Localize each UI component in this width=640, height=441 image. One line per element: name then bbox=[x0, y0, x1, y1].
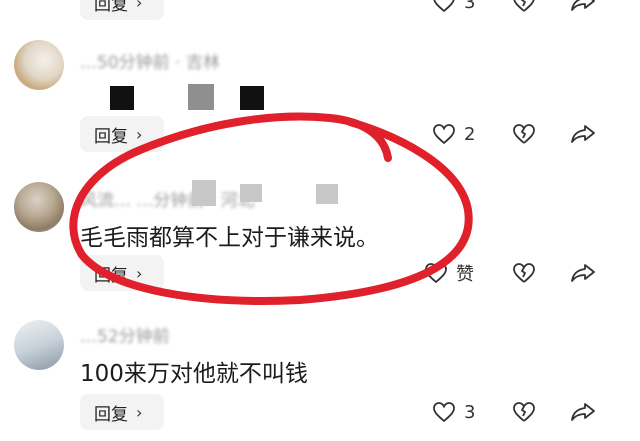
redacted-block bbox=[192, 180, 216, 206]
like-count: 3 bbox=[464, 401, 476, 423]
chevron-right-icon: › bbox=[136, 402, 143, 422]
share-arrow-icon bbox=[571, 264, 595, 282]
redacted-block bbox=[188, 84, 214, 110]
share-button[interactable] bbox=[570, 394, 596, 430]
comment-text: 毛毛雨都算不上对于谦来说。 bbox=[80, 225, 379, 251]
reply-label: 回复 bbox=[94, 0, 128, 15]
reply-button[interactable]: 回复 › bbox=[80, 394, 164, 430]
reply-button[interactable]: 回复 › bbox=[80, 255, 164, 291]
reply-label: 回复 bbox=[94, 404, 128, 425]
broken-heart-icon bbox=[513, 263, 535, 283]
redacted-block bbox=[110, 86, 134, 110]
like-count: 赞 bbox=[456, 264, 474, 285]
chevron-right-icon: › bbox=[136, 124, 143, 144]
heart-icon bbox=[433, 0, 455, 13]
reply-label: 回复 bbox=[94, 265, 128, 286]
reply-button[interactable]: 回复 › bbox=[80, 0, 164, 20]
chevron-right-icon: › bbox=[136, 263, 143, 283]
share-button[interactable] bbox=[570, 116, 596, 152]
avatar[interactable] bbox=[14, 182, 64, 232]
redacted-block bbox=[316, 184, 338, 204]
dislike-button[interactable] bbox=[512, 0, 536, 20]
share-arrow-icon bbox=[571, 0, 595, 11]
dislike-button[interactable] bbox=[512, 255, 536, 291]
chevron-right-icon: › bbox=[136, 0, 143, 12]
avatar[interactable] bbox=[14, 40, 64, 90]
like-count: 2 bbox=[464, 123, 476, 145]
avatar[interactable] bbox=[14, 320, 64, 370]
share-button[interactable] bbox=[570, 255, 596, 291]
heart-icon bbox=[433, 124, 455, 145]
comment-meta: 风流… …分钟前 · 河北 bbox=[80, 191, 255, 211]
reply-button[interactable]: 回复 › bbox=[80, 116, 164, 152]
heart-icon bbox=[425, 263, 447, 284]
broken-heart-icon bbox=[513, 402, 535, 422]
like-count: 3 bbox=[464, 0, 476, 13]
dislike-button[interactable] bbox=[512, 394, 536, 430]
dislike-button[interactable] bbox=[512, 116, 536, 152]
comment-text: 100来万对他就不叫钱 bbox=[80, 361, 308, 387]
share-arrow-icon bbox=[571, 403, 595, 421]
like-button[interactable]: 赞 bbox=[424, 255, 474, 291]
heart-icon bbox=[433, 402, 455, 423]
broken-heart-icon bbox=[513, 0, 535, 12]
share-button[interactable] bbox=[570, 0, 596, 20]
share-arrow-icon bbox=[571, 125, 595, 143]
like-button[interactable]: 3 bbox=[432, 394, 475, 430]
like-button[interactable]: 2 bbox=[432, 116, 475, 152]
comment-meta: …52分钟前 bbox=[80, 327, 170, 347]
redacted-block bbox=[240, 86, 264, 110]
reply-label: 回复 bbox=[94, 126, 128, 147]
like-button[interactable]: 3 bbox=[432, 0, 475, 20]
broken-heart-icon bbox=[513, 124, 535, 144]
comment-meta: …50分钟前 · 吉林 bbox=[80, 53, 220, 73]
redacted-block bbox=[240, 184, 262, 202]
